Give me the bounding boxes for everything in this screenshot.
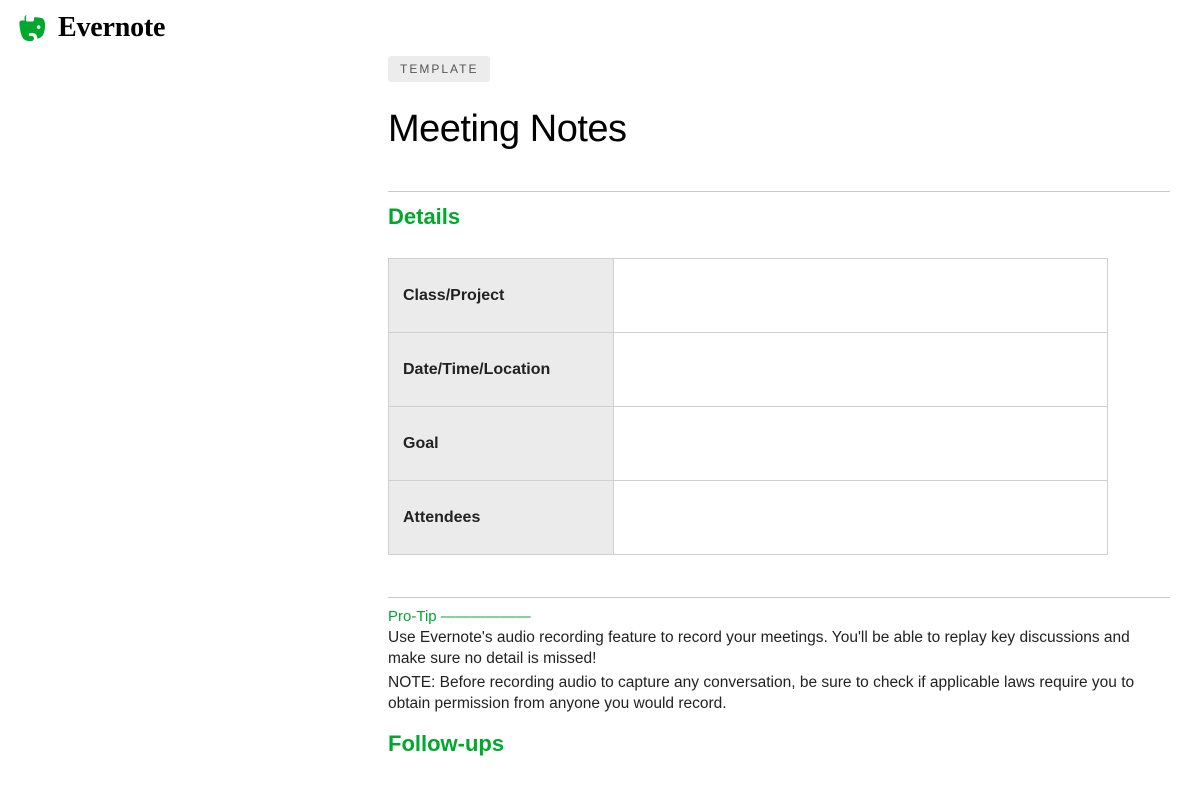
protip-body: Use Evernote's audio recording feature t…: [388, 627, 1148, 670]
template-body: TEMPLATE Meeting Notes Details Class/Pro…: [388, 56, 1170, 757]
section-heading-details: Details: [388, 204, 1170, 230]
details-label: Goal: [389, 407, 614, 481]
protip-note: NOTE: Before recording audio to capture …: [388, 672, 1148, 715]
divider: [388, 597, 1170, 598]
table-row: Date/Time/Location: [389, 333, 1108, 407]
section-heading-followups: Follow-ups: [388, 731, 1170, 757]
details-value[interactable]: [614, 259, 1108, 333]
details-table: Class/Project Date/Time/Location Goal At…: [388, 258, 1108, 555]
evernote-elephant-icon: [18, 13, 48, 43]
details-label: Attendees: [389, 481, 614, 555]
details-label: Class/Project: [389, 259, 614, 333]
details-value[interactable]: [614, 407, 1108, 481]
table-row: Goal: [389, 407, 1108, 481]
details-label: Date/Time/Location: [389, 333, 614, 407]
table-row: Class/Project: [389, 259, 1108, 333]
protip-label: Pro-Tip ——————: [388, 608, 1170, 625]
page-title: Meeting Notes: [388, 108, 1170, 151]
template-badge: TEMPLATE: [388, 56, 490, 82]
brand-name: Evernote: [58, 12, 165, 44]
table-row: Attendees: [389, 481, 1108, 555]
details-value[interactable]: [614, 333, 1108, 407]
details-value[interactable]: [614, 481, 1108, 555]
divider: [388, 191, 1170, 192]
brand-header: Evernote: [18, 12, 165, 44]
